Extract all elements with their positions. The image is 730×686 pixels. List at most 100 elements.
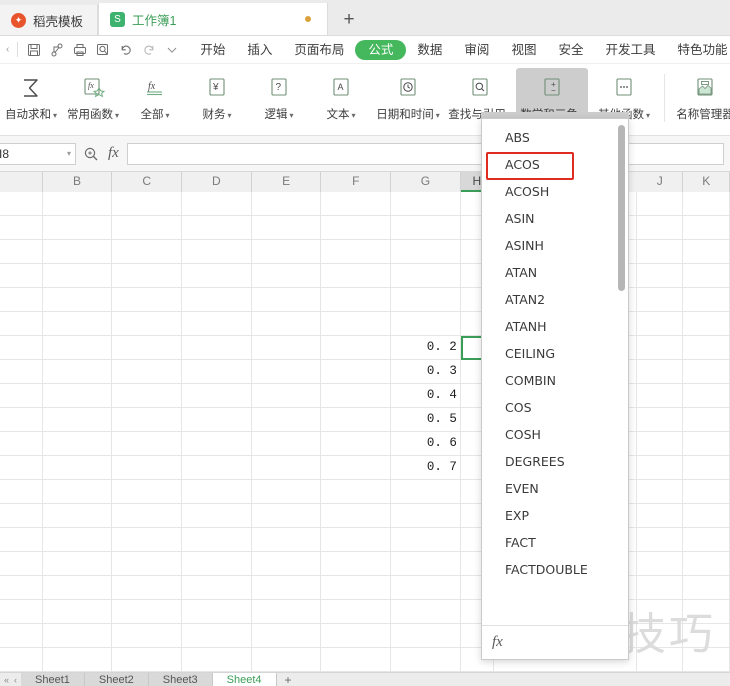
grid-cell[interactable] bbox=[683, 504, 730, 528]
share-icon[interactable] bbox=[45, 39, 68, 61]
grid-cell[interactable] bbox=[321, 288, 392, 312]
grid-cell[interactable] bbox=[112, 456, 183, 480]
grid-cell[interactable] bbox=[637, 528, 684, 552]
grid-cell[interactable] bbox=[112, 432, 183, 456]
grid-cell[interactable] bbox=[391, 192, 461, 216]
redo-icon[interactable] bbox=[137, 39, 160, 61]
grid-cell[interactable] bbox=[112, 624, 183, 648]
grid-cell[interactable] bbox=[0, 528, 43, 552]
grid-cell[interactable] bbox=[252, 624, 322, 648]
grid-cell[interactable] bbox=[0, 408, 43, 432]
grid-cell[interactable] bbox=[321, 432, 392, 456]
function-list-item-fact[interactable]: FACT bbox=[482, 529, 628, 556]
datetime-button[interactable]: 日期和时间 ▾ bbox=[372, 68, 444, 130]
sheet-nav-first-icon[interactable]: « bbox=[4, 675, 9, 685]
chevron-down-icon[interactable]: ▾ bbox=[436, 111, 440, 120]
grid-cell[interactable] bbox=[683, 336, 730, 360]
insert-function-icon[interactable]: fx bbox=[106, 145, 127, 162]
grid-cell-g-value[interactable]: 0. 2 bbox=[391, 336, 461, 360]
grid-cell[interactable] bbox=[252, 456, 322, 480]
grid-cell[interactable] bbox=[0, 600, 43, 624]
grid-cell[interactable] bbox=[112, 216, 183, 240]
sheet-tab-sheet2[interactable]: Sheet2 bbox=[84, 673, 149, 686]
grid-cell[interactable] bbox=[683, 432, 730, 456]
grid-cell[interactable] bbox=[0, 576, 43, 600]
chevron-down-icon[interactable]: ▾ bbox=[289, 111, 293, 120]
column-header-b[interactable]: B bbox=[42, 172, 113, 192]
grid-cell[interactable] bbox=[321, 624, 392, 648]
grid-cell[interactable] bbox=[391, 504, 461, 528]
grid-cell[interactable] bbox=[637, 264, 684, 288]
grid-cell[interactable] bbox=[182, 480, 252, 504]
dropdown-scrollbar[interactable] bbox=[618, 125, 625, 655]
ribbon-tab-view[interactable]: 视图 bbox=[500, 40, 547, 60]
grid-cell[interactable] bbox=[391, 312, 461, 336]
grid-cell[interactable] bbox=[683, 264, 730, 288]
grid-cell[interactable] bbox=[182, 264, 252, 288]
chevron-down-icon[interactable]: ▾ bbox=[115, 111, 119, 120]
function-list-item-exp[interactable]: EXP bbox=[482, 502, 628, 529]
grid-cell[interactable] bbox=[683, 456, 730, 480]
column-header-j[interactable]: J bbox=[636, 172, 684, 192]
grid-cell[interactable] bbox=[252, 576, 322, 600]
autosum-button[interactable]: 自动求和 ▾ bbox=[0, 68, 62, 130]
grid-cell[interactable] bbox=[112, 264, 183, 288]
grid-cell[interactable] bbox=[637, 648, 684, 672]
grid-cell[interactable] bbox=[321, 456, 392, 480]
grid-cell[interactable] bbox=[683, 216, 730, 240]
grid-cell[interactable] bbox=[391, 288, 461, 312]
grid-cell[interactable] bbox=[43, 360, 113, 384]
grid-cell[interactable] bbox=[43, 336, 113, 360]
sheet-tab-sheet4[interactable]: Sheet4 bbox=[212, 673, 277, 686]
grid-cell[interactable] bbox=[0, 192, 43, 216]
grid-cell[interactable] bbox=[391, 600, 461, 624]
function-list-item-abs[interactable]: ABS bbox=[482, 124, 628, 151]
grid-cell[interactable] bbox=[43, 456, 113, 480]
grid-cell[interactable] bbox=[637, 192, 684, 216]
grid-cell[interactable] bbox=[112, 336, 183, 360]
grid-cell[interactable] bbox=[182, 312, 252, 336]
grid-cell[interactable] bbox=[321, 576, 392, 600]
grid-cell[interactable] bbox=[683, 576, 730, 600]
grid-cell[interactable] bbox=[637, 288, 684, 312]
grid-cell-g-value[interactable]: 0. 4 bbox=[391, 384, 461, 408]
grid-cell[interactable] bbox=[112, 240, 183, 264]
grid-cell[interactable] bbox=[252, 528, 322, 552]
grid-cell[interactable] bbox=[683, 312, 730, 336]
function-list-item-factdouble[interactable]: FACTDOUBLE bbox=[482, 556, 628, 583]
name-box[interactable]: I8 ▾ bbox=[0, 142, 76, 165]
grid-cell[interactable] bbox=[252, 648, 322, 672]
ribbon-tab-special-features[interactable]: 特色功能 bbox=[666, 40, 730, 60]
add-sheet-button[interactable]: + bbox=[277, 673, 300, 686]
grid-cell[interactable] bbox=[252, 336, 322, 360]
grid-cell[interactable] bbox=[182, 240, 252, 264]
ribbon-tab-developer[interactable]: 开发工具 bbox=[594, 40, 666, 60]
grid-cell[interactable] bbox=[683, 600, 730, 624]
grid-cell[interactable] bbox=[43, 216, 113, 240]
function-list-item-combin[interactable]: COMBIN bbox=[482, 367, 628, 394]
grid-cell[interactable] bbox=[391, 648, 461, 672]
grid-cell[interactable] bbox=[0, 504, 43, 528]
grid-cell[interactable] bbox=[182, 528, 252, 552]
function-list-item-acosh[interactable]: ACOSH bbox=[482, 178, 628, 205]
grid-cell[interactable] bbox=[43, 504, 113, 528]
grid-cell[interactable] bbox=[43, 552, 113, 576]
grid-cell[interactable] bbox=[683, 648, 730, 672]
grid-cell[interactable] bbox=[43, 384, 113, 408]
grid-cell[interactable] bbox=[43, 600, 113, 624]
column-header-c[interactable]: C bbox=[112, 172, 183, 192]
grid-cell[interactable] bbox=[252, 312, 322, 336]
grid-cell[interactable] bbox=[637, 600, 684, 624]
doc-tab-template[interactable]: ✦ 稻壳模板 bbox=[0, 5, 99, 35]
grid-cell[interactable] bbox=[252, 384, 322, 408]
grid-cell[interactable] bbox=[321, 504, 392, 528]
grid-cell[interactable] bbox=[43, 528, 113, 552]
grid-cell[interactable] bbox=[391, 480, 461, 504]
function-list-item-degrees[interactable]: DEGREES bbox=[482, 448, 628, 475]
all-functions-button[interactable]: fx 全部 ▾ bbox=[124, 68, 186, 130]
grid-cell[interactable] bbox=[112, 552, 183, 576]
new-tab-button[interactable]: + bbox=[328, 5, 370, 35]
grid-cell[interactable] bbox=[637, 408, 684, 432]
common-functions-button[interactable]: fx 常用函数 ▾ bbox=[62, 68, 124, 130]
grid-cell[interactable] bbox=[0, 624, 43, 648]
